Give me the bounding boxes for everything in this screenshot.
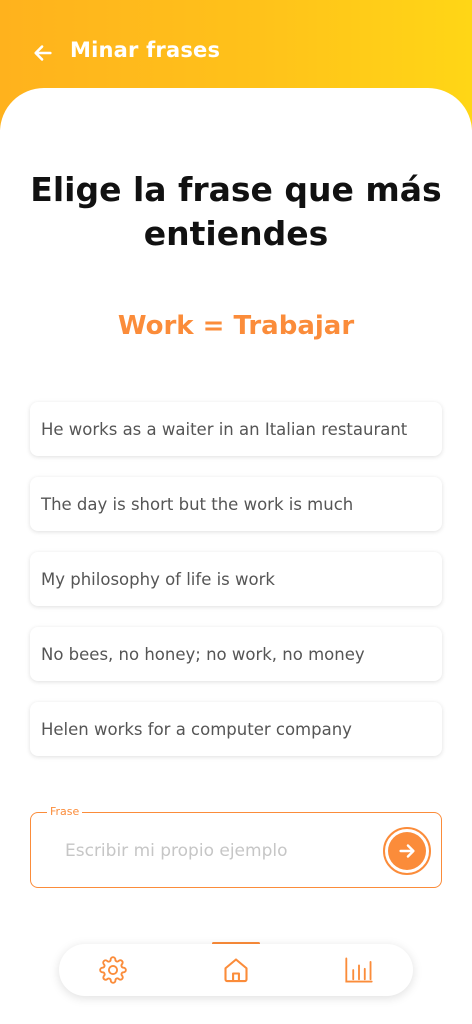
word-translation: Work = Trabajar [117, 311, 355, 341]
nav-settings[interactable] [83, 944, 143, 996]
arrow-left-icon [34, 45, 52, 61]
field-legend: Frase [47, 804, 83, 820]
bar-chart-icon [345, 957, 373, 983]
question-title: Elige la frase que más entiendes [30, 170, 442, 253]
nav-home[interactable] [206, 944, 266, 996]
page-title: Minar frases [70, 38, 221, 62]
send-button[interactable] [383, 827, 431, 875]
gear-icon [99, 956, 127, 984]
bottom-nav [59, 944, 413, 996]
phrase-option[interactable]: The day is short but the work is much [30, 477, 442, 531]
back-button[interactable] [30, 40, 56, 66]
phrase-option[interactable]: He works as a waiter in an Italian resta… [30, 402, 442, 456]
phrase-option[interactable]: No bees, no honey; no work, no money [30, 627, 442, 681]
arrow-right-icon [399, 844, 415, 858]
phrase-option[interactable]: Helen works for a computer company [30, 702, 442, 756]
phrase-input[interactable] [65, 835, 365, 867]
home-icon [224, 958, 248, 983]
phrase-input-field: Frase [30, 804, 442, 888]
nav-stats[interactable] [329, 944, 389, 996]
phrase-option[interactable]: My philosophy of life is work [30, 552, 442, 606]
